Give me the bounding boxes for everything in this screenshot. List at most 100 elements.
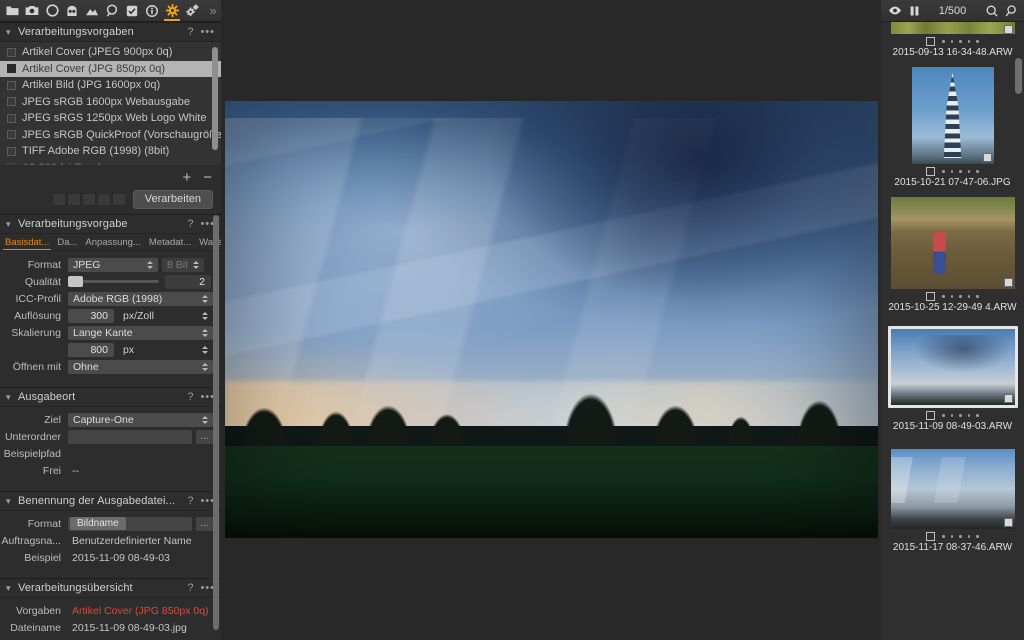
quality-slider-knob[interactable] bbox=[68, 276, 83, 287]
naming-format-input[interactable]: Bildname bbox=[68, 516, 192, 531]
thumbnail-checkbox[interactable] bbox=[926, 292, 936, 301]
thumbnail-checkbox[interactable] bbox=[926, 532, 936, 541]
left-panel-scrollbar[interactable] bbox=[213, 215, 219, 630]
thumbnail-image[interactable] bbox=[890, 329, 1015, 405]
section-header-presets[interactable]: ▾ Verarbeitungsvorgaben ? ••• bbox=[0, 22, 221, 42]
presets-action-menu-icon[interactable]: ••• bbox=[200, 26, 215, 38]
resolution-unit-select[interactable]: px/Zoll bbox=[118, 309, 213, 323]
icc-profile-select[interactable]: Adobe RGB (1998) bbox=[68, 291, 213, 306]
target-select[interactable]: Capture-One bbox=[68, 412, 213, 427]
thumbnail-image[interactable] bbox=[911, 67, 994, 164]
pause-icon[interactable] bbox=[910, 6, 919, 16]
library-folder-icon[interactable] bbox=[2, 0, 22, 21]
lens-circle-icon[interactable] bbox=[42, 0, 62, 21]
eye-icon[interactable] bbox=[888, 6, 902, 15]
thumbnail-image[interactable] bbox=[890, 22, 1015, 34]
section-header-output[interactable]: ▾ Ausgabeort ? ••• bbox=[0, 387, 221, 407]
chevron-down-icon[interactable]: ▾ bbox=[6, 496, 18, 507]
subfolder-input[interactable] bbox=[68, 429, 192, 444]
thumbnail-list[interactable]: 2015-09-13 16-34-48.ARW 2015-10-21 07-47… bbox=[881, 22, 1024, 556]
thumbnail-image[interactable] bbox=[890, 449, 1015, 529]
preset-checkbox[interactable] bbox=[7, 97, 16, 107]
preset-checkbox[interactable] bbox=[7, 113, 16, 123]
list-item[interactable]: JPEG sRGS 1250px Web Logo White bbox=[0, 110, 221, 127]
list-item[interactable]: JPEG sRGB QuickProof (Vorschaugröße) bbox=[0, 127, 221, 144]
rating-dots[interactable] bbox=[942, 40, 979, 43]
thumbnail-image[interactable] bbox=[890, 197, 1015, 289]
thumbnail-checkbox[interactable] bbox=[926, 167, 936, 176]
bitdepth-select[interactable]: 8 Bit bbox=[162, 257, 204, 272]
section-header-naming[interactable]: ▾ Benennung der Ausgabedatei... ? ••• bbox=[0, 491, 221, 511]
list-item[interactable]: 2015-09-13 16-34-48.ARW bbox=[881, 22, 1024, 61]
tab-metadaten[interactable]: Metadat... bbox=[146, 237, 194, 250]
help-icon[interactable]: ? bbox=[187, 26, 193, 38]
preset-checkbox[interactable] bbox=[7, 47, 16, 57]
openwith-select[interactable]: Ohne bbox=[68, 359, 213, 374]
list-item[interactable]: 2015-10-21 07-47-06.JPG bbox=[881, 61, 1024, 191]
thumbnail-checkbox[interactable] bbox=[926, 37, 936, 46]
section-header-recipe[interactable]: ▾ Verarbeitungsvorgabe ? ••• bbox=[0, 214, 221, 234]
tab-datei[interactable]: Da... bbox=[54, 237, 80, 250]
remove-preset-button[interactable]: − bbox=[203, 170, 212, 185]
list-item[interactable]: 2015-11-09 08-49-03.ARW bbox=[881, 316, 1024, 435]
preview-image[interactable] bbox=[225, 101, 878, 538]
section-header-summary[interactable]: ▾ Verarbeitungsübersicht ? ••• bbox=[0, 578, 221, 598]
resolution-input[interactable]: 300 bbox=[68, 308, 114, 323]
list-item[interactable]: A3 300dpi Druck bbox=[0, 160, 221, 165]
chevron-down-icon[interactable]: ▾ bbox=[6, 583, 18, 594]
preset-checkbox[interactable] bbox=[7, 80, 16, 90]
tab-basisdaten[interactable]: Basisdat... bbox=[2, 237, 52, 250]
chevron-down-icon[interactable]: ▾ bbox=[6, 392, 18, 403]
details-loupe-icon[interactable] bbox=[102, 0, 122, 21]
batch-gears-icon[interactable] bbox=[182, 0, 202, 21]
process-button[interactable]: Verarbeiten bbox=[132, 190, 213, 209]
list-item[interactable]: TIFF Adobe RGB (1998) (8bit) bbox=[0, 143, 221, 160]
preset-list-scrollbar[interactable] bbox=[212, 47, 218, 150]
zoom-in-icon[interactable] bbox=[1005, 4, 1017, 17]
rating-dots[interactable] bbox=[942, 295, 979, 298]
add-preset-button[interactable]: + bbox=[182, 170, 191, 185]
help-icon[interactable]: ? bbox=[187, 391, 193, 403]
browser-scrollbar[interactable] bbox=[1015, 58, 1022, 94]
scaling-select[interactable]: Lange Kante bbox=[68, 325, 213, 340]
quality-value[interactable]: 2 bbox=[165, 274, 211, 289]
preset-checkbox[interactable] bbox=[7, 64, 16, 74]
preset-checkbox[interactable] bbox=[7, 146, 16, 156]
image-viewer[interactable] bbox=[221, 0, 881, 640]
list-item[interactable]: Artikel Cover (JPEG 900px 0q) bbox=[0, 44, 221, 61]
process-gear-icon[interactable] bbox=[162, 0, 182, 21]
exposure-icon[interactable] bbox=[82, 0, 102, 21]
list-item[interactable]: 2015-10-25 12-29-49 4.ARW bbox=[881, 191, 1024, 316]
metadata-info-icon[interactable] bbox=[142, 0, 162, 21]
list-item[interactable]: Artikel Bild (JPG 1600px 0q) bbox=[0, 77, 221, 94]
scaling-amount-input[interactable]: 800 bbox=[68, 342, 114, 357]
jobname-value[interactable]: Benutzerdefinierter Name bbox=[68, 535, 192, 547]
preset-list[interactable]: Artikel Cover (JPEG 900px 0q) Artikel Co… bbox=[0, 42, 221, 165]
thumbnail-checkbox[interactable] bbox=[926, 411, 936, 420]
color-balance-icon[interactable] bbox=[62, 0, 82, 21]
naming-browse-button[interactable]: ... bbox=[196, 516, 213, 531]
rating-dots[interactable] bbox=[942, 170, 979, 173]
format-select[interactable]: JPEG bbox=[68, 257, 158, 272]
rating-dots[interactable] bbox=[942, 535, 979, 538]
naming-token[interactable]: Bildname bbox=[70, 517, 126, 530]
help-icon[interactable]: ? bbox=[187, 495, 193, 507]
help-icon[interactable]: ? bbox=[187, 582, 193, 594]
capture-camera-icon[interactable] bbox=[22, 0, 42, 21]
list-item[interactable]: Artikel Cover (JPG 850px 0q) bbox=[0, 60, 221, 77]
preset-checkbox[interactable] bbox=[7, 163, 16, 165]
rating-dots[interactable] bbox=[942, 414, 979, 417]
zoom-out-icon[interactable] bbox=[986, 5, 998, 17]
help-icon[interactable]: ? bbox=[187, 218, 193, 230]
toolbar-overflow-button[interactable]: » bbox=[202, 0, 221, 21]
preset-checkbox[interactable] bbox=[7, 130, 16, 140]
adjustments-check-icon[interactable] bbox=[122, 0, 142, 21]
chevron-down-icon[interactable]: ▾ bbox=[6, 219, 18, 230]
subfolder-browse-button[interactable]: ... bbox=[196, 429, 213, 444]
list-item[interactable]: JPEG sRGB 1600px Webausgabe bbox=[0, 94, 221, 111]
chevron-down-icon[interactable]: ▾ bbox=[6, 27, 18, 38]
tab-anpassungen[interactable]: Anpassung... bbox=[82, 237, 143, 250]
list-item[interactable]: 2015-11-17 08-37-46.ARW bbox=[881, 435, 1024, 556]
quality-slider[interactable] bbox=[68, 276, 159, 287]
scaling-unit-select[interactable]: px bbox=[118, 343, 213, 357]
